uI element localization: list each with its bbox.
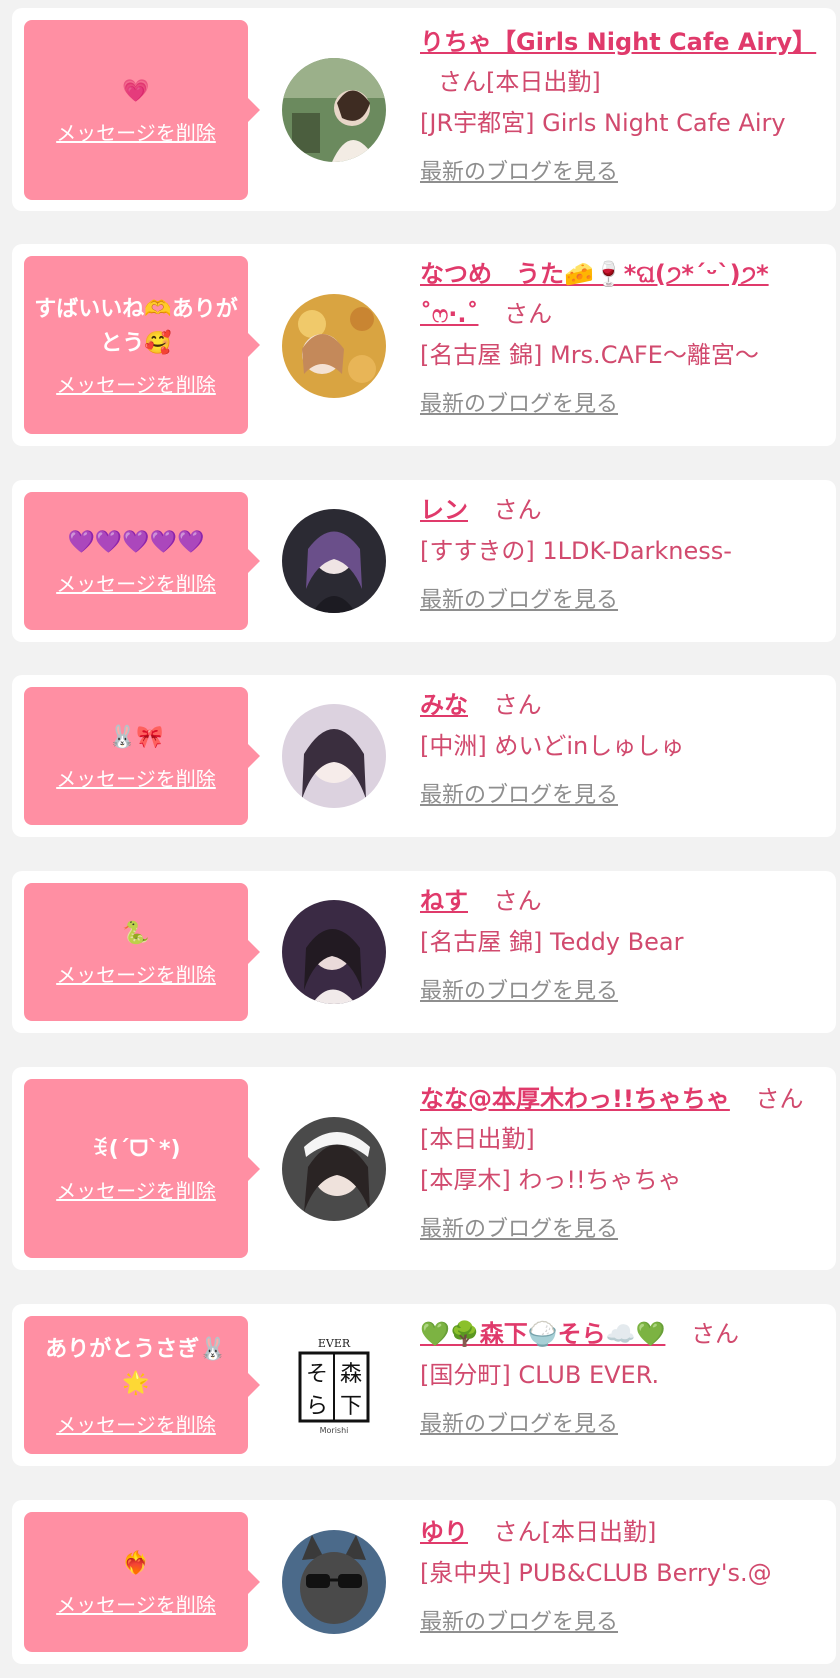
shop-label: [本厚木] わっ!!ちゃちゃ — [420, 1166, 682, 1194]
cast-info: りちゃ【Girls Night Cafe Airy】 さん[本日出勤] [JR宇… — [420, 22, 832, 186]
cast-name-link[interactable]: ねす — [420, 887, 468, 915]
message-card: ꉂ(ˊᗜˋ*) メッセージを削除 なな@本厚木わっ!!ちゃちゃ さん [本日出勤]… — [12, 1067, 836, 1270]
message-bubble: 💜💜💜💜💜 メッセージを削除 — [24, 492, 260, 630]
cast-info: なつめ うた🧀🍷*ଘ(੭*ˊᵕˋ)੭* ˚ෆ·.˚ さん [名古屋 錦] Mrs… — [420, 254, 832, 418]
attendance-status: [本日出勤] — [541, 1518, 657, 1546]
shop-label: [中洲] めいどinしゅしゅ — [420, 732, 685, 760]
delete-message-link[interactable]: メッセージを削除 — [56, 369, 216, 398]
delete-message-link[interactable]: メッセージを削除 — [56, 1175, 216, 1204]
delete-message-link[interactable]: メッセージを削除 — [56, 1589, 216, 1618]
shop-label: [国分町] CLUB EVER. — [420, 1361, 660, 1389]
message-card: ありがとうさぎ🐰🌟 メッセージを削除 EVER そ ら 森 下 Morishi … — [12, 1304, 836, 1466]
delete-message-link[interactable]: メッセージを削除 — [56, 117, 216, 146]
message-card: すばいいね🫶ありがとう🥰 メッセージを削除 なつめ うた🧀🍷*ଘ(੭*ˊᵕˋ)੭… — [12, 244, 836, 446]
message-text: 💗 — [122, 78, 150, 104]
latest-blog-link[interactable]: 最新のブログを見る — [420, 386, 618, 418]
cast-name-link[interactable]: みな — [420, 691, 468, 719]
message-text: ありがとうさぎ🐰🌟 — [45, 1336, 227, 1396]
cast-info: 💚🌳森下🍚そら☁️💚 さん [国分町] CLUB EVER. 最新のブログを見る — [420, 1314, 832, 1438]
latest-blog-link[interactable]: 最新のブログを見る — [420, 973, 618, 1005]
message-bubble: 🐍 メッセージを削除 — [24, 883, 260, 1021]
latest-blog-link[interactable]: 最新のブログを見る — [420, 582, 618, 614]
message-card: 🐍 メッセージを削除 ねす さん [名古屋 錦] Teddy Bear 最新のブ… — [12, 871, 836, 1033]
cast-info: なな@本厚木わっ!!ちゃちゃ さん [本日出勤] [本厚木] わっ!!ちゃちゃ 最… — [420, 1079, 832, 1243]
cast-name-link[interactable]: りちゃ【Girls Night Cafe Airy】 — [420, 28, 816, 56]
honorific-label: さん — [493, 887, 542, 915]
svg-text:そ: そ — [306, 1362, 328, 1387]
message-text: 🐰🎀 — [108, 724, 164, 750]
latest-blog-link[interactable]: 最新のブログを見る — [420, 1211, 618, 1243]
logo-bottom-text: Morishi — [320, 1426, 349, 1435]
attendance-status: [本日出勤] — [486, 68, 601, 96]
avatar[interactable] — [282, 900, 386, 1004]
cast-name-link[interactable]: 💚🌳森下🍚そら☁️💚 — [420, 1320, 665, 1348]
cast-info: みな さん [中洲] めいどinしゅしゅ 最新のブログを見る — [420, 685, 832, 809]
message-card: 💗 メッセージを削除 りちゃ【Girls Night Cafe Airy】 さん… — [12, 8, 836, 211]
honorific-label: さん — [755, 1085, 804, 1113]
latest-blog-link[interactable]: 最新のブログを見る — [420, 1604, 618, 1636]
avatar[interactable] — [282, 509, 386, 613]
honorific-label: さん — [438, 68, 486, 96]
message-text: 🐍 — [122, 920, 150, 946]
message-text: 💜💜💜💜💜 — [67, 529, 205, 555]
message-card: 🐰🎀 メッセージを削除 みな さん [中洲] めいどinしゅしゅ 最新のブログを… — [12, 675, 836, 837]
cast-name-link-cont[interactable]: ˚ෆ·.˚ — [420, 300, 478, 328]
logo-top-text: EVER — [318, 1337, 351, 1350]
honorific-label: さん — [493, 1518, 542, 1546]
cast-info: ねす さん [名古屋 錦] Teddy Bear 最新のブログを見る — [420, 881, 832, 1005]
delete-message-link[interactable]: メッセージを削除 — [56, 959, 216, 988]
message-text: すばいいね🫶ありがとう🥰 — [34, 296, 238, 356]
cast-name-link[interactable]: なつめ うた🧀🍷*ଘ(੭*ˊᵕˋ)੭* — [420, 260, 769, 288]
shop-label: [JR宇都宮] Girls Night Cafe Airy — [420, 109, 786, 137]
cast-info: ゆり さん[本日出勤] [泉中央] PUB&CLUB Berry's.@ 最新の… — [420, 1512, 832, 1636]
message-bubble: ありがとうさぎ🐰🌟 メッセージを削除 — [24, 1316, 260, 1454]
svg-text:下: 下 — [340, 1394, 362, 1419]
cast-name-link[interactable]: レン — [420, 496, 468, 524]
message-bubble: ꉂ(ˊᗜˋ*) メッセージを削除 — [24, 1079, 260, 1258]
avatar[interactable] — [282, 294, 386, 398]
avatar-logo[interactable]: EVER そ ら 森 下 Morishi — [282, 1333, 386, 1437]
shop-label: [すすきの] 1LDK-Darkness- — [420, 537, 732, 565]
attendance-status: [本日出勤] — [420, 1125, 535, 1153]
avatar[interactable] — [282, 1117, 386, 1221]
latest-blog-link[interactable]: 最新のブログを見る — [420, 154, 618, 186]
cast-info: レン さん [すすきの] 1LDK-Darkness- 最新のブログを見る — [420, 490, 832, 614]
svg-text:森: 森 — [340, 1362, 362, 1387]
shop-label: [名古屋 錦] Mrs.CAFE〜離宮〜 — [420, 341, 759, 369]
message-text: ꉂ(ˊᗜˋ*) — [91, 1137, 181, 1162]
cast-name-link[interactable]: なな@本厚木わっ!!ちゃちゃ — [420, 1085, 730, 1113]
delete-message-link[interactable]: メッセージを削除 — [56, 568, 216, 597]
shop-label: [泉中央] PUB&CLUB Berry's.@ — [420, 1559, 772, 1587]
svg-text:ら: ら — [306, 1394, 328, 1419]
avatar[interactable] — [282, 58, 386, 162]
honorific-label: さん — [691, 1320, 740, 1348]
latest-blog-link[interactable]: 最新のブログを見る — [420, 1406, 618, 1438]
honorific-label: さん — [493, 496, 542, 524]
message-bubble: 🐰🎀 メッセージを削除 — [24, 687, 260, 825]
message-text: ❤️‍🔥 — [122, 1550, 150, 1576]
delete-message-link[interactable]: メッセージを削除 — [56, 1409, 216, 1438]
shop-label: [名古屋 錦] Teddy Bear — [420, 928, 684, 956]
message-bubble: 💗 メッセージを削除 — [24, 20, 260, 200]
avatar[interactable] — [282, 1530, 386, 1634]
message-card: ❤️‍🔥 メッセージを削除 ゆり さん[本日出勤] [泉中央] PUB&CLUB… — [12, 1500, 836, 1664]
latest-blog-link[interactable]: 最新のブログを見る — [420, 777, 618, 809]
avatar[interactable] — [282, 704, 386, 808]
message-bubble: ❤️‍🔥 メッセージを削除 — [24, 1512, 260, 1652]
honorific-label: さん — [493, 691, 542, 719]
honorific-label: さん — [504, 300, 553, 328]
message-card: 💜💜💜💜💜 メッセージを削除 レン さん [すすきの] 1LDK-Darknes… — [12, 480, 836, 642]
delete-message-link[interactable]: メッセージを削除 — [56, 763, 216, 792]
cast-name-link[interactable]: ゆり — [420, 1518, 468, 1546]
message-bubble: すばいいね🫶ありがとう🥰 メッセージを削除 — [24, 256, 260, 434]
